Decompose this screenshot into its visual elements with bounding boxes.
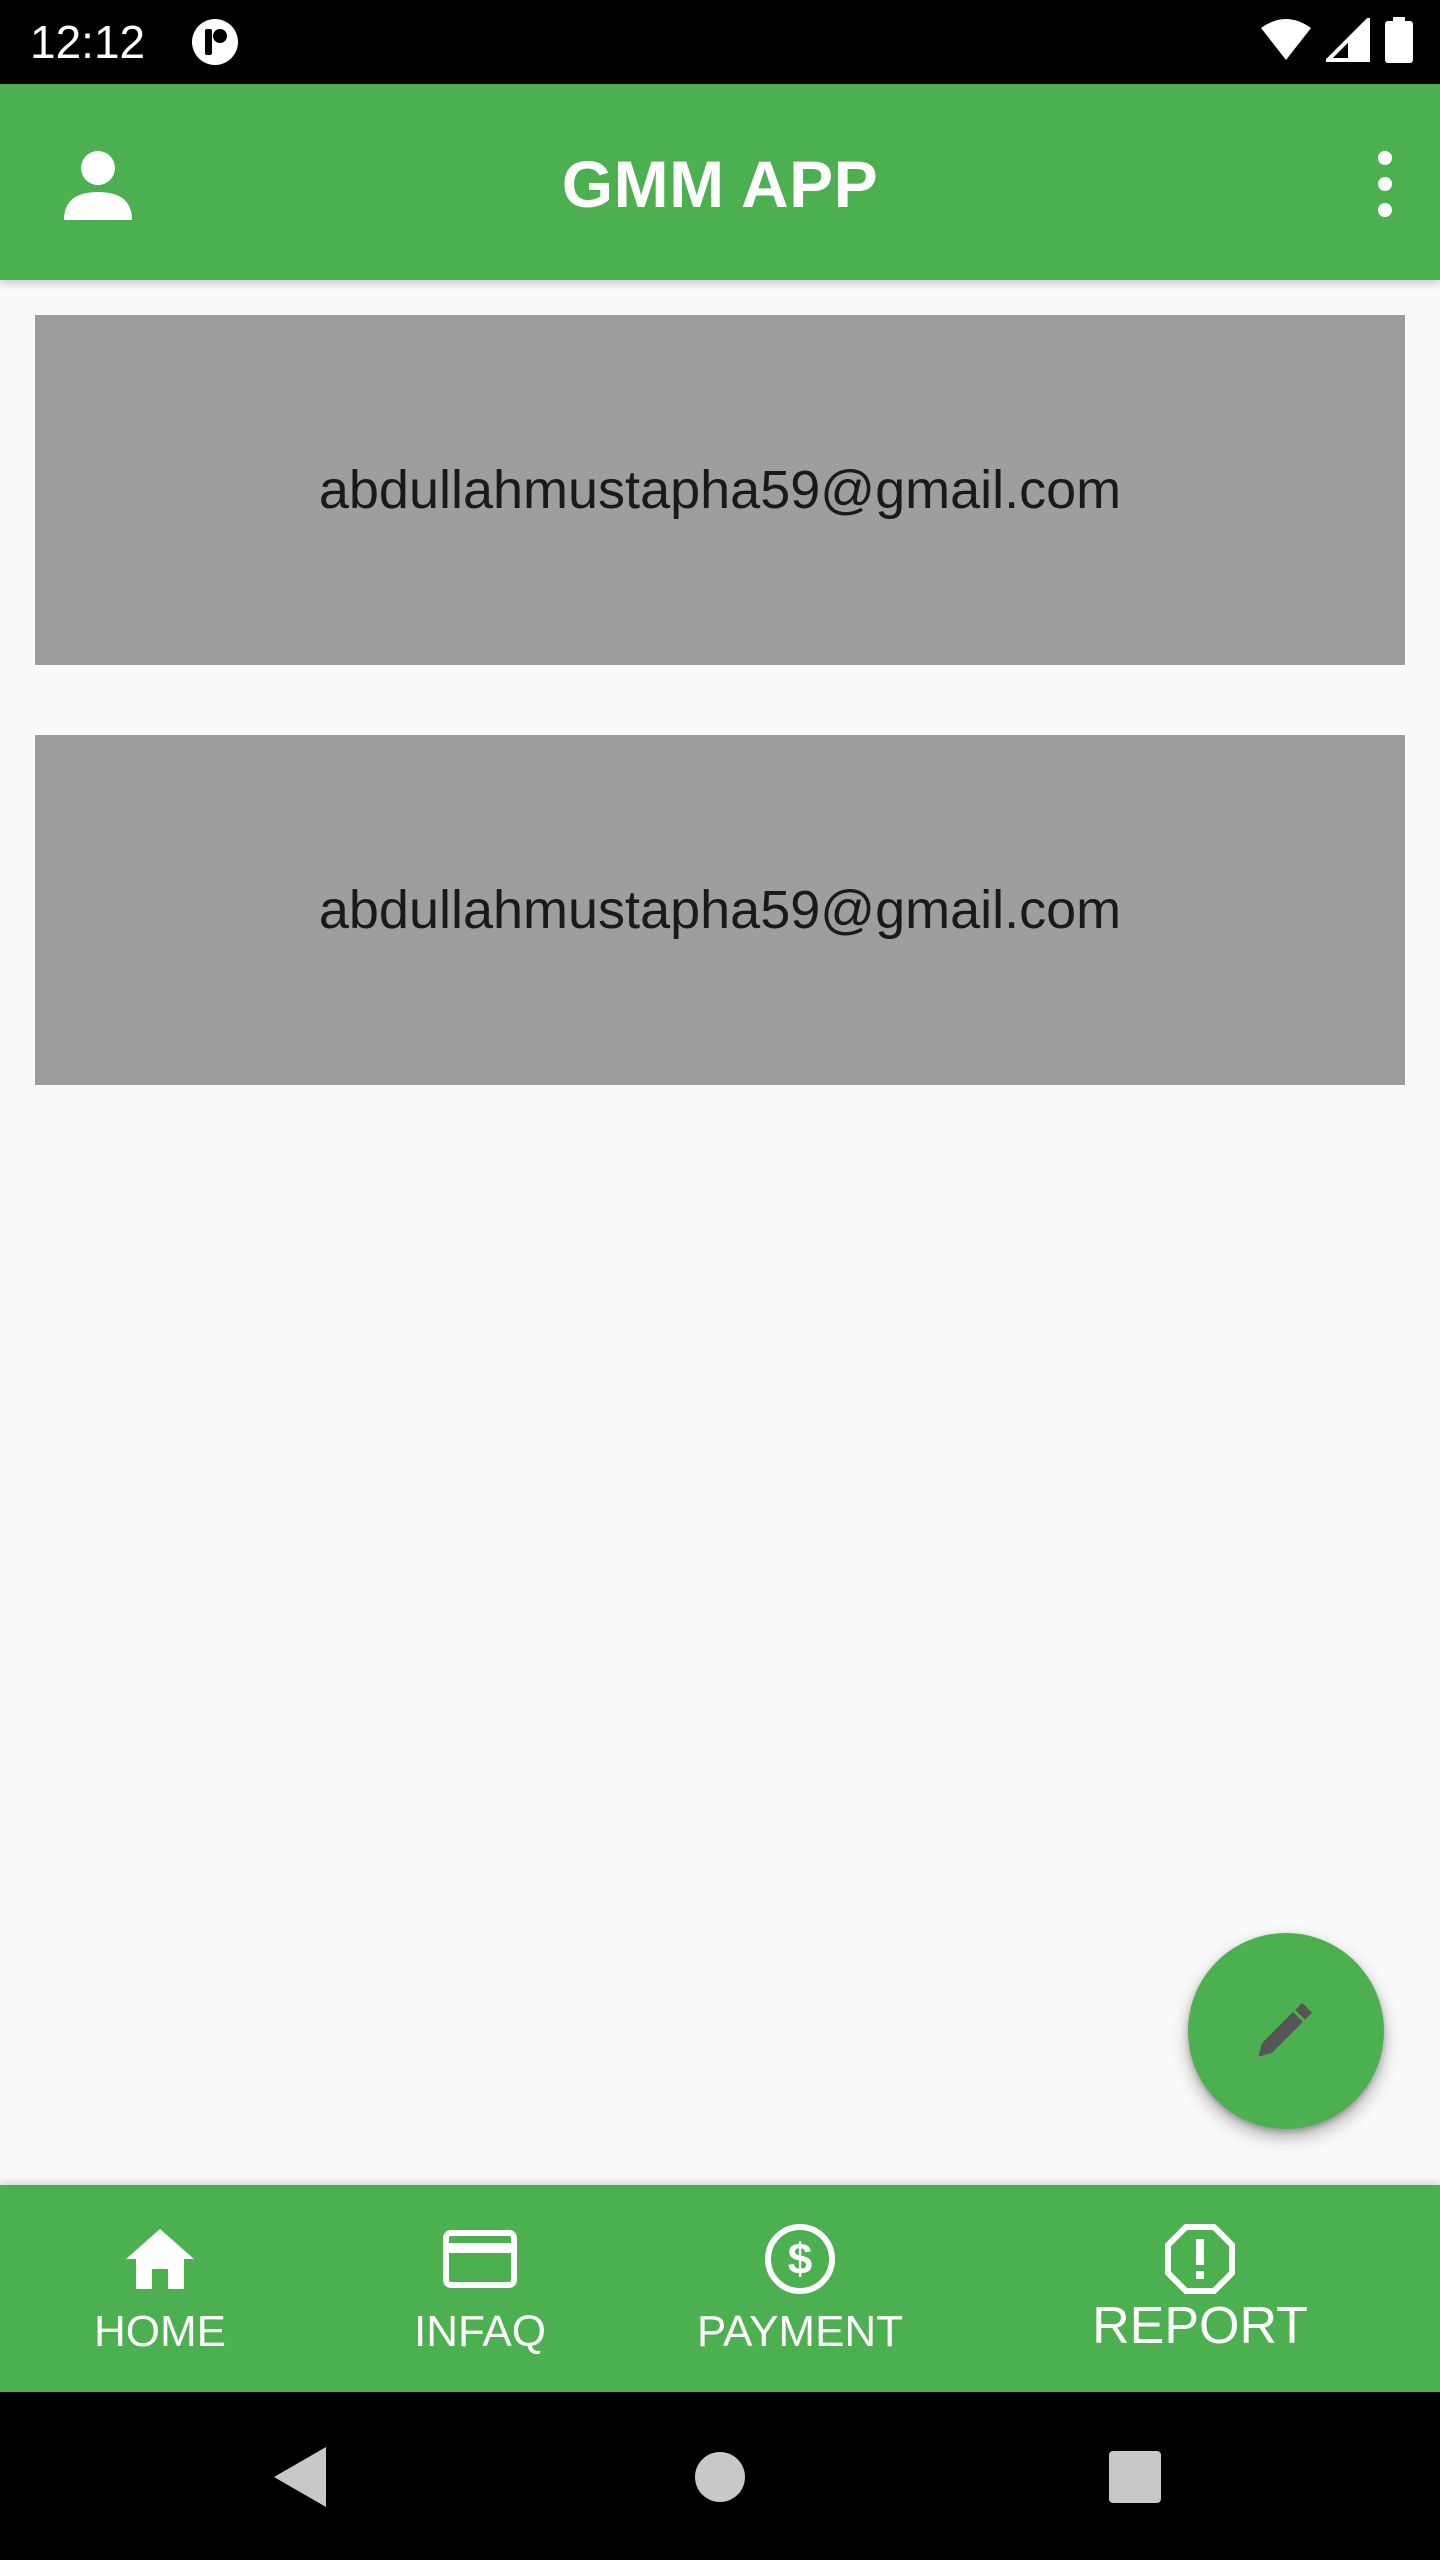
app-notification-icon: [190, 17, 240, 67]
app-title: GMM APP: [561, 147, 879, 221]
status-icons: [1260, 14, 1414, 68]
app-bar: GMM APP: [0, 84, 1440, 280]
more-vert-icon[interactable]: [1360, 140, 1410, 228]
email-card-text: abdullahmustapha59@gmail.com: [318, 880, 1122, 940]
email-card[interactable]: abdullahmustapha59@gmail.com: [35, 735, 1405, 1085]
screen: 12:12 GMM APP abdullahmustapha59@gmail.c…: [0, 0, 1440, 2560]
email-card-text: abdullahmustapha59@gmail.com: [318, 460, 1122, 520]
report-alert-icon: [1160, 2219, 1240, 2299]
recents-icon[interactable]: [1090, 2432, 1180, 2522]
home-icon: [120, 2219, 200, 2299]
nav-label-home: HOME: [94, 2307, 226, 2356]
email-card[interactable]: abdullahmustapha59@gmail.com: [35, 315, 1405, 665]
edit-pencil-icon: [1251, 1994, 1321, 2069]
nav-label-report: REPORT: [1092, 2297, 1308, 2355]
nav-item-home[interactable]: HOME: [40, 2185, 280, 2392]
nav-label-infaq: INFAQ: [413, 2307, 547, 2356]
nav-item-infaq[interactable]: INFAQ: [360, 2185, 600, 2392]
wifi-icon: [1260, 18, 1312, 67]
system-navigation-bar: [0, 2392, 1440, 2560]
back-icon[interactable]: [255, 2432, 345, 2522]
credit-card-icon: [440, 2219, 520, 2299]
battery-icon: [1384, 16, 1414, 68]
nav-item-report[interactable]: REPORT: [1070, 2185, 1330, 2392]
edit-fab-button[interactable]: [1188, 1933, 1384, 2129]
bottom-navigation: HOME INFAQ $ PAYMENT REPORT: [0, 2185, 1440, 2392]
nav-label-payment: PAYMENT: [696, 2307, 904, 2356]
status-bar: 12:12: [0, 0, 1440, 84]
nav-item-payment[interactable]: $ PAYMENT: [680, 2185, 920, 2392]
status-time: 12:12: [30, 16, 146, 68]
home-circle-icon[interactable]: [675, 2432, 765, 2522]
signal-icon: [1323, 14, 1370, 67]
svg-text:$: $: [788, 2235, 812, 2284]
dollar-circle-icon: $: [760, 2219, 840, 2299]
